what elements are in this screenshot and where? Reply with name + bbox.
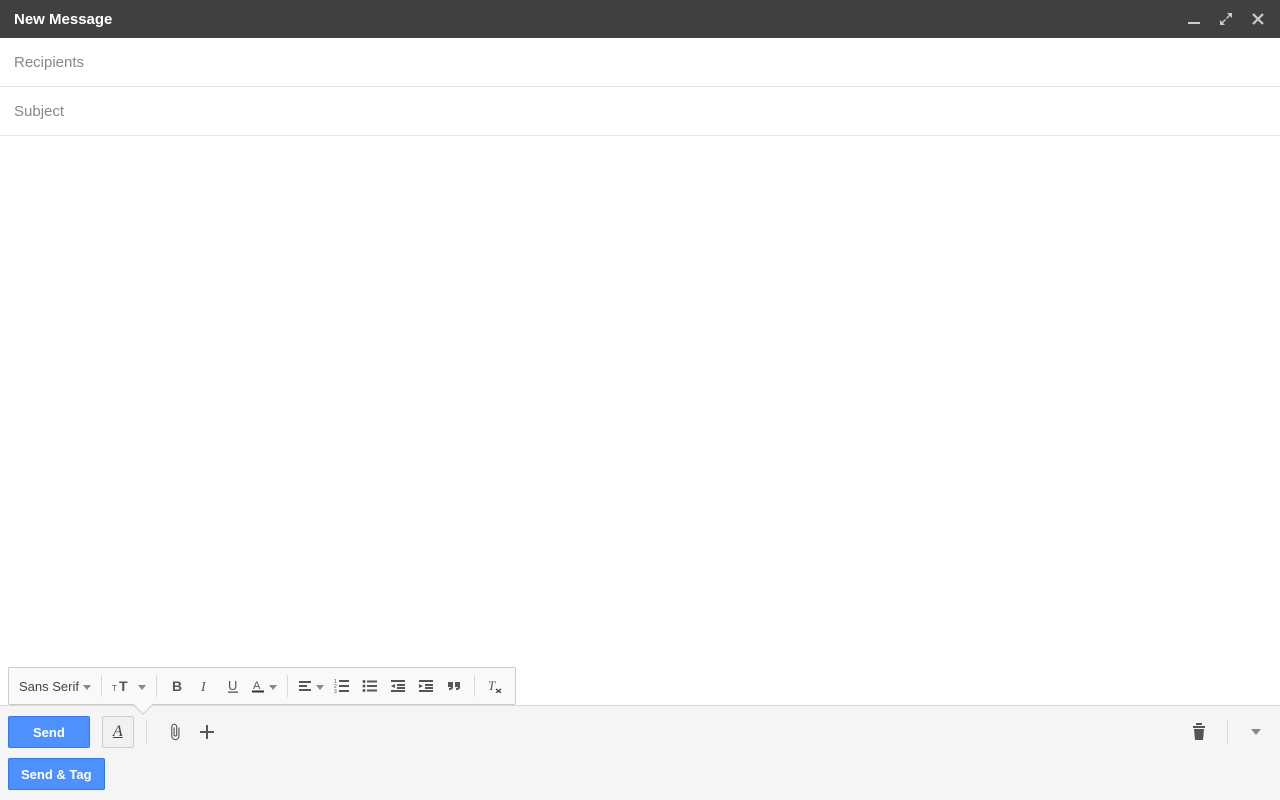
font-size-icon: TT [112, 679, 134, 693]
ordered-list-icon: 123 [334, 679, 350, 693]
recipients-input[interactable] [14, 54, 1266, 71]
format-toolbar-wrap: Sans Serif TT B I U A [0, 667, 1280, 705]
format-toggle-button[interactable]: A [102, 716, 134, 748]
recipients-field-row [0, 38, 1280, 87]
italic-icon: I [198, 679, 212, 693]
svg-text:B: B [172, 679, 182, 693]
indent-less-button[interactable] [384, 672, 412, 700]
svg-text:T: T [119, 679, 128, 693]
font-family-dropdown[interactable]: Sans Serif [15, 672, 95, 700]
attach-icon [166, 723, 184, 741]
separator [146, 720, 147, 744]
separator [1227, 720, 1228, 744]
send-button[interactable]: Send [8, 716, 90, 748]
compose-titlebar: New Message [0, 0, 1280, 38]
format-toolbar: Sans Serif TT B I U A [8, 667, 516, 705]
attach-button[interactable] [159, 716, 191, 748]
minimize-button[interactable] [1186, 11, 1202, 27]
text-color-icon: A [251, 679, 265, 693]
more-options-button[interactable] [1240, 716, 1272, 748]
separator [101, 675, 102, 697]
svg-text:T: T [112, 684, 117, 693]
footer-row-1: Send A [8, 716, 1272, 748]
bullet-list-button[interactable] [356, 672, 384, 700]
align-icon [298, 679, 312, 693]
send-and-tag-button[interactable]: Send & Tag [8, 758, 105, 790]
separator [474, 675, 475, 697]
separator [287, 675, 288, 697]
font-family-label: Sans Serif [19, 679, 79, 694]
discard-button[interactable] [1183, 716, 1215, 748]
footer-row-2: Send & Tag [8, 758, 1272, 790]
text-color-dropdown[interactable]: A [247, 672, 281, 700]
italic-button[interactable]: I [191, 672, 219, 700]
quote-icon [446, 679, 462, 693]
more-icon [1251, 729, 1261, 735]
compose-footer: Send A Send & Tag [0, 705, 1280, 800]
indent-more-button[interactable] [412, 672, 440, 700]
indent-more-icon [418, 679, 434, 693]
window-controls [1186, 11, 1266, 27]
underline-button[interactable]: U [219, 672, 247, 700]
trash-icon [1191, 723, 1207, 741]
chevron-down-icon [83, 677, 91, 695]
footer-left: Send A [8, 716, 223, 748]
svg-text:T: T [488, 679, 496, 693]
svg-text:A: A [253, 680, 261, 692]
separator [156, 675, 157, 697]
align-dropdown[interactable] [294, 672, 328, 700]
chevron-down-icon [138, 677, 146, 695]
minimize-icon [1187, 12, 1201, 26]
message-body[interactable] [0, 136, 1280, 667]
bold-icon: B [170, 679, 184, 693]
bold-button[interactable]: B [163, 672, 191, 700]
popout-button[interactable] [1218, 11, 1234, 27]
underline-icon: U [226, 679, 240, 693]
close-button[interactable] [1250, 11, 1266, 27]
svg-text:3: 3 [334, 689, 337, 693]
clear-format-button[interactable]: T [481, 672, 509, 700]
chevron-down-icon [316, 677, 324, 695]
insert-icon [199, 724, 215, 740]
close-icon [1251, 12, 1265, 26]
popout-icon [1219, 12, 1233, 26]
compose-title: New Message [14, 11, 112, 28]
subject-field-row [0, 87, 1280, 136]
insert-button[interactable] [191, 716, 223, 748]
quote-button[interactable] [440, 672, 468, 700]
bullet-list-icon [362, 679, 378, 693]
chevron-down-icon [269, 677, 277, 695]
svg-text:I: I [200, 680, 207, 693]
format-a-icon: A [113, 723, 123, 741]
clear-format-icon: T [487, 679, 503, 693]
subject-input[interactable] [14, 103, 1266, 120]
ordered-list-button[interactable]: 123 [328, 672, 356, 700]
svg-text:U: U [228, 679, 237, 693]
indent-less-icon [390, 679, 406, 693]
footer-right [1183, 716, 1272, 748]
